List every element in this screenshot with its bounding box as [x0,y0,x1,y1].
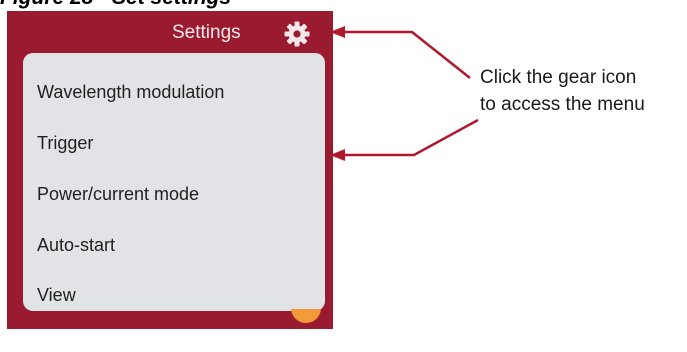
callout-arrow-to-gear [340,30,471,79]
arrowhead-gear [330,26,345,38]
callout-arrows [330,26,479,161]
callout-line-2: to access the menu [480,94,645,115]
callout-line-1: Click the gear icon [480,67,637,88]
callout-arrow-to-menu [340,118,479,157]
arrowhead-menu [330,149,345,161]
callout-text: Click the gear icon to access the menu [480,64,645,118]
